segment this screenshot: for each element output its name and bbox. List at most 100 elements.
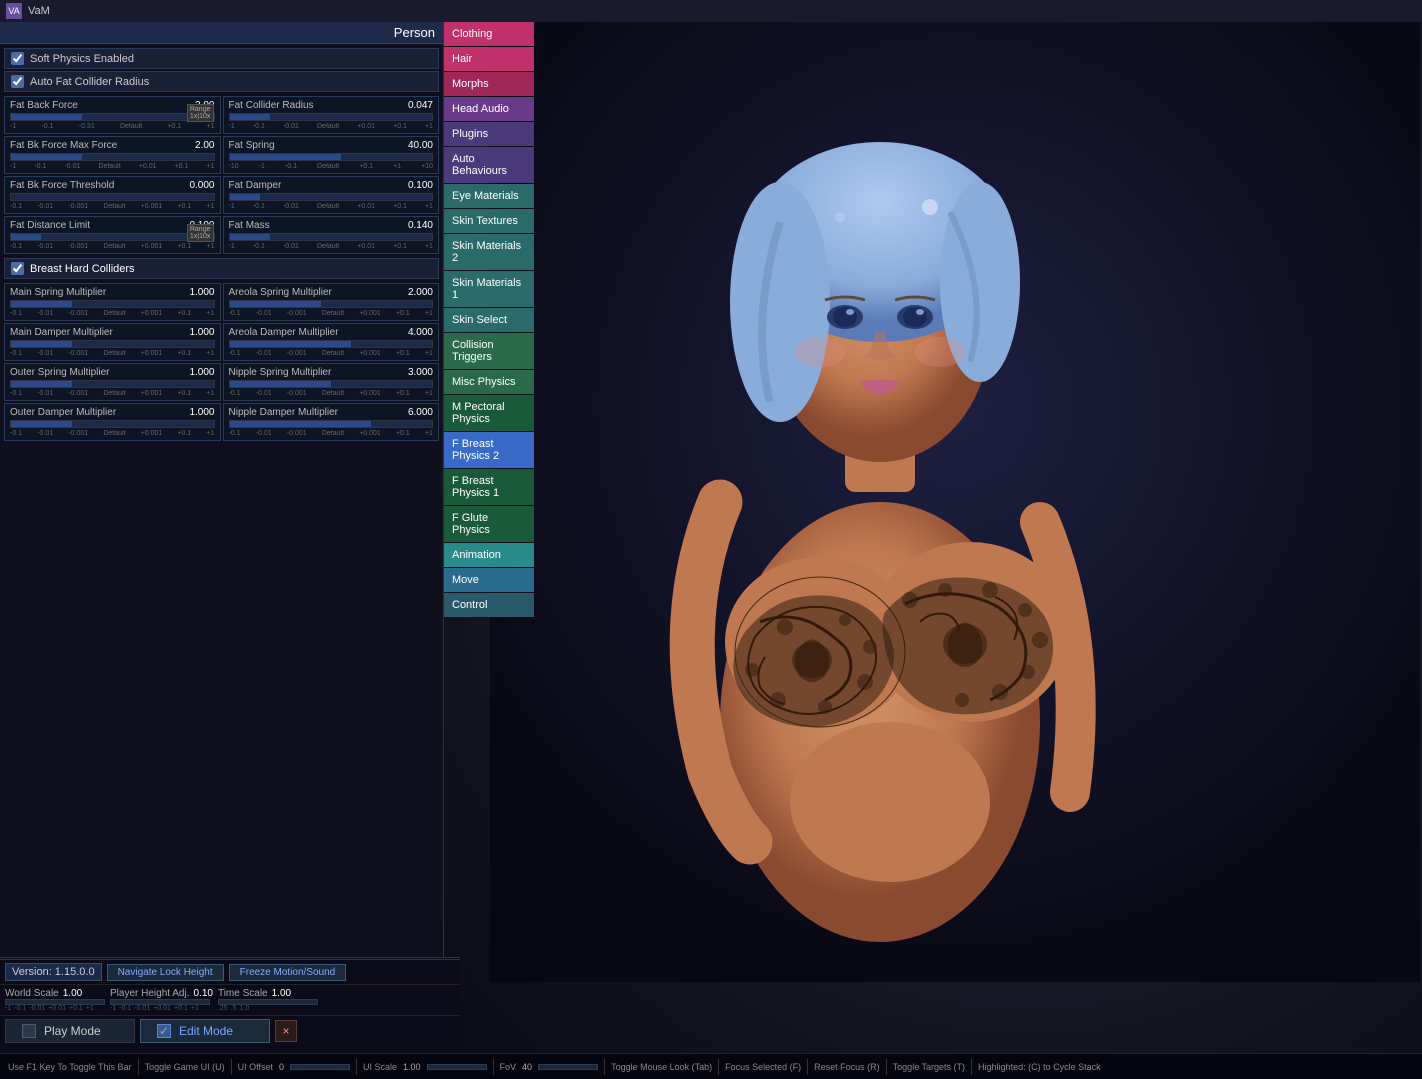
fat-distance-slider[interactable]: Range1x|10x (10, 233, 215, 241)
breast-hard-colliders-row[interactable]: Breast Hard Colliders (4, 258, 439, 279)
auto-fat-label: Auto Fat Collider Radius (30, 76, 149, 88)
fov-slider[interactable] (538, 1064, 598, 1070)
nav-m-pectoral-physics[interactable]: M Pectoral Physics (444, 395, 534, 431)
focus-selected-label: Focus Selected (F) (725, 1062, 801, 1072)
navigate-lock-height-btn[interactable]: Navigate Lock Height (107, 964, 224, 981)
fat-bk-max-slider[interactable] (10, 153, 215, 161)
toggle-targets-label: Toggle Targets (T) (893, 1062, 965, 1072)
auto-fat-checkbox[interactable] (11, 75, 24, 88)
edit-mode-btn[interactable]: ✓ Edit Mode (140, 1019, 270, 1043)
close-btn[interactable]: × (275, 1020, 297, 1042)
fat-mass: Fat Mass 0.140 -1-0.1-0.01Default+0.01+0… (223, 216, 440, 254)
breast-hard-colliders-label: Breast Hard Colliders (30, 263, 135, 275)
time-scale-label: Time Scale (218, 988, 268, 999)
world-scale-block: World Scale 1.00 -1-0.1-0.01+0.01+0.1+1 (5, 988, 105, 1012)
nav-skin-materials-1[interactable]: Skin Materials 1 (444, 271, 534, 307)
play-mode-btn[interactable]: Play Mode (5, 1019, 135, 1043)
freeze-motion-btn[interactable]: Freeze Motion/Sound (229, 964, 347, 981)
areola-spring-multiplier: Areola Spring Multiplier 2.000 -0.1-0.01… (223, 283, 440, 321)
nav-hair[interactable]: Hair (444, 47, 534, 71)
time-scale-ticks: .25.51.0 (218, 1005, 318, 1012)
app-name: VaM (28, 5, 50, 17)
nav-skin-materials-2[interactable]: Skin Materials 2 (444, 234, 534, 270)
ui-scale-label: UI Scale (363, 1062, 397, 1072)
toggle-mouse-label: Toggle Mouse Look (Tab) (611, 1062, 712, 1072)
ui-offset-label: UI Offset (238, 1062, 273, 1072)
divider-8 (886, 1059, 887, 1075)
fat-bk-force-max: Fat Bk Force Max Force 2.00 -1-0.1-0.01D… (4, 136, 221, 174)
ui-offset-value: 0 (279, 1062, 284, 1072)
nav-move[interactable]: Move (444, 568, 534, 592)
areola-damper-slider[interactable] (229, 340, 434, 348)
fat-back-force: Fat Back Force 2.00 Range1x|10x -1-0.1-0… (4, 96, 221, 134)
areola-spring-slider[interactable] (229, 300, 434, 308)
nav-auto-behaviours[interactable]: Auto Behaviours (444, 147, 534, 183)
outer-damper-multiplier: Outer Damper Multiplier 1.000 -0.1-0.01-… (4, 403, 221, 441)
left-panel: Person Soft Physics Enabled Auto Fat Col… (0, 22, 444, 959)
person-header: Person (0, 22, 443, 44)
fat-back-force-slider[interactable]: Range1x|10x (10, 113, 215, 121)
outer-spring-slider[interactable] (10, 380, 215, 388)
divider-7 (807, 1059, 808, 1075)
nav-animation[interactable]: Animation (444, 543, 534, 567)
player-height-block: Player Height Adj. 0.10 -1-0.1-0.01+0.01… (110, 988, 213, 1012)
divider-4 (493, 1059, 494, 1075)
info-bar: Use F1 Key To Toggle This Bar Toggle Gam… (0, 1053, 1422, 1079)
nav-f-breast-physics-2[interactable]: F Breast Physics 2 (444, 432, 534, 468)
nav-control[interactable]: Control (444, 593, 534, 617)
fat-damper: Fat Damper 0.100 -1-0.1-0.01Default+0.01… (223, 176, 440, 214)
ui-offset-slider[interactable] (290, 1064, 350, 1070)
fat-bk-threshold-slider[interactable] (10, 193, 215, 201)
time-scale-value: 1.00 (272, 988, 291, 999)
nav-collision-triggers[interactable]: Collision Triggers (444, 333, 534, 369)
outer-spring-multiplier: Outer Spring Multiplier 1.000 -0.1-0.01-… (4, 363, 221, 401)
outer-damper-slider[interactable] (10, 420, 215, 428)
breast-hard-colliders-checkbox[interactable] (11, 262, 24, 275)
auto-fat-row[interactable]: Auto Fat Collider Radius (4, 71, 439, 92)
divider-3 (356, 1059, 357, 1075)
nav-plugins[interactable]: Plugins (444, 122, 534, 146)
nav-misc-physics[interactable]: Misc Physics (444, 370, 534, 394)
play-mode-checkbox (22, 1024, 36, 1038)
nipple-spring-slider[interactable] (229, 380, 434, 388)
ui-scale-slider[interactable] (427, 1064, 487, 1070)
nav-skin-textures[interactable]: Skin Textures (444, 209, 534, 233)
main-spring-multiplier: Main Spring Multiplier 1.000 -0.1-0.01-0… (4, 283, 221, 321)
fov-value: 40 (522, 1062, 532, 1072)
soft-physics-row[interactable]: Soft Physics Enabled (4, 48, 439, 69)
status-bar: Version: 1.15.0.0 Navigate Lock Height F… (0, 959, 460, 1053)
nav-f-breast-physics-1[interactable]: F Breast Physics 1 (444, 469, 534, 505)
main-damper-slider[interactable] (10, 340, 215, 348)
version-row: Version: 1.15.0.0 Navigate Lock Height F… (0, 960, 460, 985)
world-scale-label: World Scale (5, 988, 59, 999)
world-scale-value: 1.00 (63, 988, 82, 999)
player-height-label: Player Height Adj. (110, 988, 190, 999)
main-spring-slider[interactable] (10, 300, 215, 308)
soft-physics-label: Soft Physics Enabled (30, 53, 134, 65)
fat-damper-slider[interactable] (229, 193, 434, 201)
nipple-damper-slider[interactable] (229, 420, 434, 428)
nav-f-glute-physics[interactable]: F Glute Physics (444, 506, 534, 542)
divider-5 (604, 1059, 605, 1075)
main-controls-grid: Fat Back Force 2.00 Range1x|10x -1-0.1-0… (4, 96, 439, 254)
highlighted-label: Highlighted: (C) to Cycle Stack (978, 1062, 1101, 1072)
nav-morphs[interactable]: Morphs (444, 72, 534, 96)
multiplier-controls-grid: Main Spring Multiplier 1.000 -0.1-0.01-0… (4, 283, 439, 441)
mode-row: Play Mode ✓ Edit Mode × (0, 1016, 460, 1046)
version-label: Version: 1.15.0.0 (5, 963, 102, 981)
toggle-game-ui: Toggle Game UI (U) (145, 1062, 225, 1072)
fat-spring-slider[interactable] (229, 153, 434, 161)
fat-collider-slider[interactable] (229, 113, 434, 121)
nav-eye-materials[interactable]: Eye Materials (444, 184, 534, 208)
nipple-damper-multiplier: Nipple Damper Multiplier 6.000 -0.1-0.01… (223, 403, 440, 441)
areola-damper-multiplier: Areola Damper Multiplier 4.000 -0.1-0.01… (223, 323, 440, 361)
nipple-spring-multiplier: Nipple Spring Multiplier 3.000 -0.1-0.01… (223, 363, 440, 401)
time-scale-block: Time Scale 1.00 .25.51.0 (218, 988, 318, 1012)
fat-mass-slider[interactable] (229, 233, 434, 241)
divider-2 (231, 1059, 232, 1075)
nav-clothing[interactable]: Clothing (444, 22, 534, 46)
nav-head-audio[interactable]: Head Audio (444, 97, 534, 121)
fat-distance-limit: Fat Distance Limit 0.100 Range1x|10x -0.… (4, 216, 221, 254)
soft-physics-checkbox[interactable] (11, 52, 24, 65)
nav-skin-select[interactable]: Skin Select (444, 308, 534, 332)
